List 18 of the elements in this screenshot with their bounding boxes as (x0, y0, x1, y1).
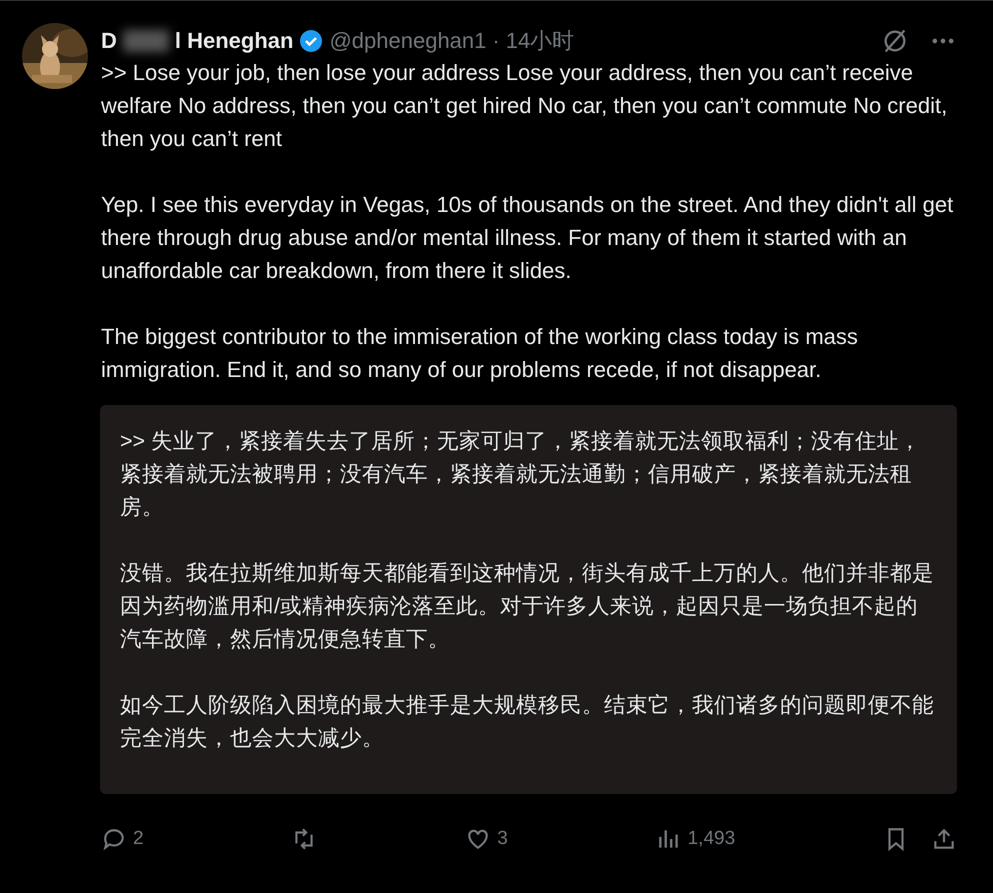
count: 3 (497, 828, 508, 850)
like-button[interactable]: 3 (465, 826, 508, 852)
translated-text: 如今工人阶级陷入困境的最大推手是大规模移民。结束它，我们诸多的问题即便不能完全消失，也会大大减少。 (120, 692, 935, 752)
author-name[interactable]: D (101, 28, 117, 54)
translated-text: >> 失业了，紧接着失去了居所；无家可归了，紧接着就无法领取福利；没有住址，紧接着就无法被聘用；没有汽车，紧接着就无法通勤；信用破产，紧接着就无法租房。 (120, 428, 922, 521)
post-text: >> Lose your job, then lose your address Lose your address, then you can’t receive welfare No address, then you can’t get hired No car, then you can’t commute No credit, then you can’t rent (101, 59, 948, 153)
post-text: Yep. I see this everyday in Vegas, 10s of thousands on the street. And they didn't all get there through drug abuse and/or mental illness. For many of them it started with an unaffordable car breakdown, from there it slides. (101, 191, 954, 285)
author-handle[interactable]: @dpheneghan1 (329, 28, 486, 54)
translated-text: 没错。我在拉斯维加斯每天都能看到这种情况，街头有成千上万的人。他们并非都是因为药物滥用和/或精神疾病沦落至此。对于许多人来说，起因只是一场负担不起的汽车故障，然后情况便急转直下。 (120, 560, 935, 653)
post-time[interactable]: 14小时 (506, 26, 574, 56)
author-name[interactable]: l Heneghan (174, 28, 294, 54)
count: 2 (133, 828, 144, 850)
count: 1,493 (688, 828, 736, 850)
reply-button[interactable]: 2 (101, 826, 144, 852)
separator: · (492, 28, 500, 54)
blurred-region (122, 30, 169, 52)
views-button[interactable]: 1,493 (656, 826, 736, 852)
post-text: The biggest contributor to the immiseration of the working class today is mass immigration. End it, and so many of our problems recede, if not disappear. (101, 323, 859, 384)
